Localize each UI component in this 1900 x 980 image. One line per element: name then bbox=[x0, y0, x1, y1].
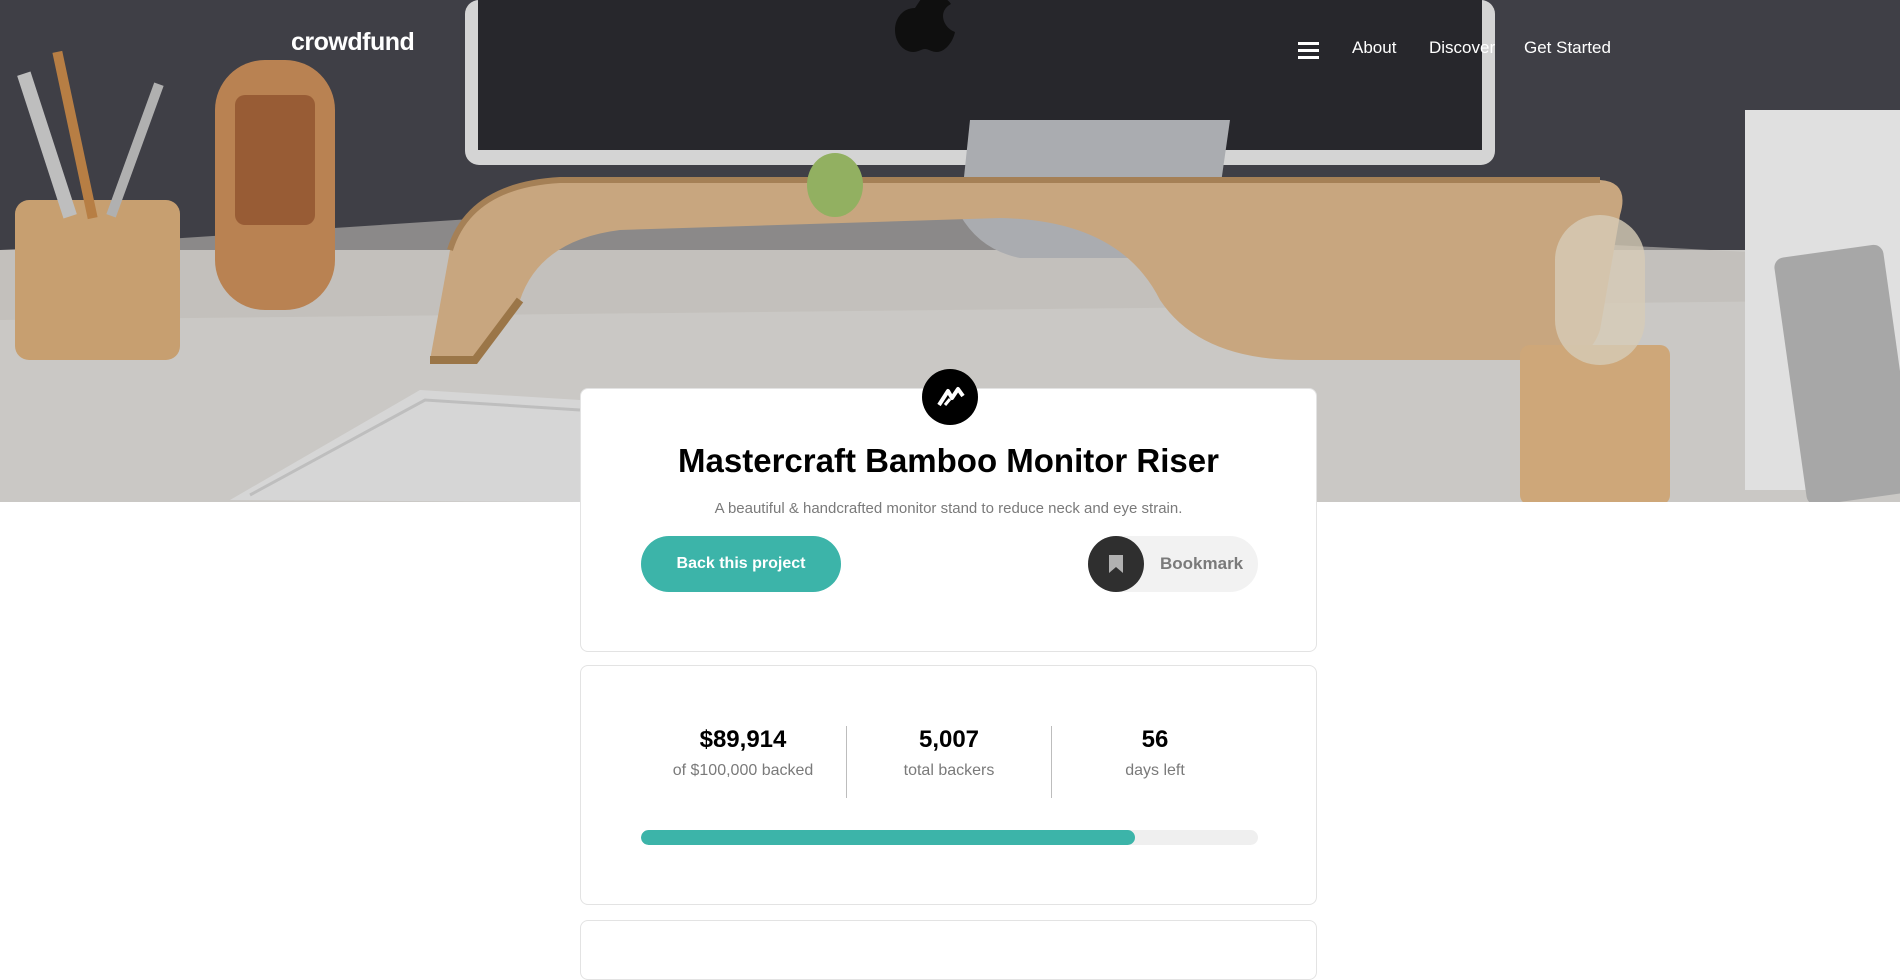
nav-link-discover[interactable]: Discover bbox=[1429, 38, 1495, 58]
stat-days-value: 56 bbox=[1141, 726, 1169, 753]
stat-backed-label: of $100,000 backed bbox=[672, 762, 814, 779]
project-card bbox=[580, 388, 1317, 652]
back-project-button[interactable]: Back this project bbox=[641, 536, 841, 592]
stat-backers-label: total backers bbox=[903, 762, 995, 779]
stat-divider bbox=[1051, 726, 1052, 798]
project-title: Mastercraft Bamboo Monitor Riser bbox=[678, 442, 1219, 479]
stat-backers-value: 5,007 bbox=[918, 726, 980, 753]
bookmark-icon-circle bbox=[1088, 536, 1144, 592]
stat-divider bbox=[846, 726, 847, 798]
bookmark-icon bbox=[1109, 555, 1123, 573]
funding-progress-fill bbox=[641, 830, 1135, 845]
site-logo[interactable]: crowdfund bbox=[291, 28, 415, 57]
bookmark-button[interactable]: Bookmark bbox=[1088, 536, 1258, 592]
hamburger-icon[interactable] bbox=[1298, 42, 1319, 60]
stat-backed-value: $89,914 bbox=[699, 726, 787, 753]
mastercraft-logo-icon bbox=[922, 369, 978, 425]
bookmark-label: Bookmark bbox=[1160, 554, 1244, 573]
nav-link-about[interactable]: About bbox=[1352, 38, 1396, 58]
stat-days-label: days left bbox=[1125, 762, 1185, 779]
funding-progress-bar bbox=[641, 830, 1258, 845]
stat-backed: $89,914 of $100,000 backed bbox=[648, 726, 838, 780]
stat-days-left: 56 days left bbox=[1060, 726, 1250, 780]
project-description: A beautiful & handcrafted monitor stand … bbox=[714, 500, 1183, 517]
nav-link-get-started[interactable]: Get Started bbox=[1524, 38, 1611, 58]
about-card bbox=[580, 920, 1317, 980]
stat-backers: 5,007 total backers bbox=[854, 726, 1044, 780]
stats-card bbox=[580, 665, 1317, 905]
